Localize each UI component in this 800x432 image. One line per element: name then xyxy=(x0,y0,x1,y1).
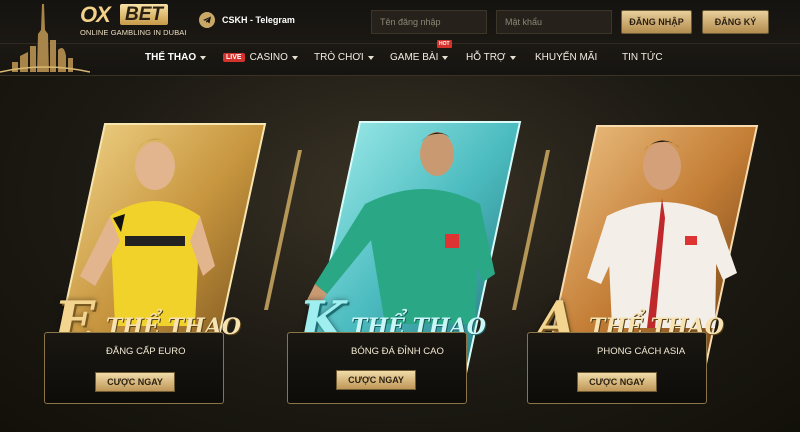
nav-item-label: TRÒ CHƠI xyxy=(314,52,364,63)
nav-item-label: TIN TỨC xyxy=(622,52,663,63)
chevron-down-icon xyxy=(442,55,449,60)
telegram-icon xyxy=(199,12,215,28)
nav-item-label: GAME BÀI xyxy=(390,52,439,63)
nav-item-label: THỂ THAO xyxy=(145,52,197,63)
live-badge: LIVE xyxy=(223,53,245,62)
nav-item-sports[interactable]: THỂ THAO xyxy=(145,52,207,63)
sports-card-k[interactable]: K THỂ THAO BÓNG ĐÁ ĐỈNH CAO CƯỢC NGAY xyxy=(285,118,525,418)
player-white-kit-image xyxy=(587,140,737,328)
chevron-down-icon xyxy=(200,55,207,60)
bet-now-button[interactable]: CƯỢC NGAY xyxy=(95,372,175,392)
chevron-down-icon xyxy=(509,55,516,60)
nav-item-casino[interactable]: LIVE CASINO xyxy=(223,52,298,63)
sports-card-a[interactable]: A THỂ THAO PHONG CÁCH ASIA CƯỢC NGAY xyxy=(527,118,767,418)
dubai-skyline-logo-art xyxy=(0,4,90,73)
password-input[interactable] xyxy=(496,10,612,34)
nav-item-label: HỖ TRỢ xyxy=(466,52,506,63)
username-input[interactable] xyxy=(371,10,487,34)
logo-tagline: ONLINE GAMBLING IN DUBAI xyxy=(80,28,187,37)
card-info-box xyxy=(287,332,467,404)
nav-item-news[interactable]: TIN TỨC xyxy=(622,52,663,63)
nav-item-label: KHUYẾN MÃI xyxy=(535,52,598,63)
register-button[interactable]: ĐĂNG KÝ xyxy=(702,10,769,34)
chevron-down-icon xyxy=(291,55,298,60)
nav-item-label: CASINO xyxy=(249,52,288,63)
card-subtitle: ĐẲNG CẤP EURO xyxy=(106,346,186,357)
logo-bet-text: BET xyxy=(120,4,168,25)
logo-ox-text: OX xyxy=(80,2,111,27)
card-info-box xyxy=(527,332,707,404)
oxbet-logo[interactable]: OX BET ONLINE GAMBLING IN DUBAI xyxy=(80,2,190,42)
card-subtitle: PHONG CÁCH ASIA xyxy=(597,346,686,357)
card-subtitle: BÓNG ĐÁ ĐỈNH CAO xyxy=(351,346,444,357)
login-button[interactable]: ĐĂNG NHẬP xyxy=(621,10,692,34)
bet-now-button[interactable]: CƯỢC NGAY xyxy=(577,372,657,392)
sports-card-e[interactable]: E THỂ THAO ĐẲNG CẤP EURO CƯỢC NGAY xyxy=(40,118,280,418)
nav-item-card-games[interactable]: GAME BÀI xyxy=(390,52,449,63)
hot-badge: HOT xyxy=(437,40,452,48)
support-telegram-label: CSKH - Telegram xyxy=(222,15,295,25)
chevron-down-icon xyxy=(367,55,374,60)
support-telegram-link[interactable]: CSKH - Telegram xyxy=(199,12,295,28)
nav-item-games[interactable]: TRÒ CHƠI xyxy=(314,52,374,63)
card-info-box xyxy=(44,332,224,404)
nav-item-support[interactable]: HỖ TRỢ xyxy=(466,52,516,63)
bet-now-button[interactable]: CƯỢC NGAY xyxy=(336,370,416,390)
nav-item-promotions[interactable]: KHUYẾN MÃI xyxy=(535,52,597,63)
